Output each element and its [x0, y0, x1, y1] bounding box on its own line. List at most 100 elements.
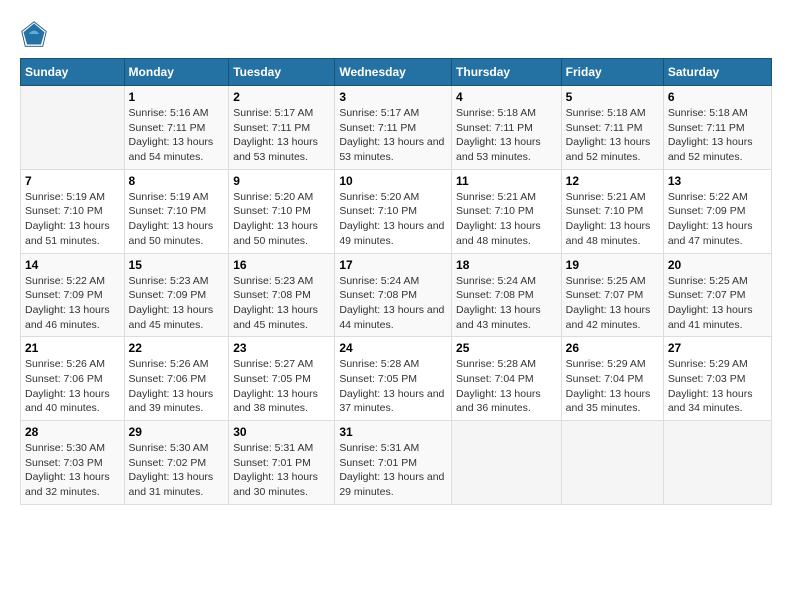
day-number: 8 — [129, 174, 225, 188]
sunset-text: Sunset: 7:03 PM — [25, 457, 103, 469]
day-number: 24 — [339, 341, 447, 355]
daylight-text: Daylight: 13 hours and 29 minutes. — [339, 471, 444, 498]
daylight-text: Daylight: 13 hours and 51 minutes. — [25, 220, 110, 247]
sunrise-text: Sunrise: 5:28 AM — [339, 358, 419, 370]
daylight-text: Daylight: 13 hours and 31 minutes. — [129, 471, 214, 498]
day-number: 15 — [129, 258, 225, 272]
sunrise-text: Sunrise: 5:26 AM — [129, 358, 209, 370]
day-number: 30 — [233, 425, 330, 439]
sunset-text: Sunset: 7:01 PM — [233, 457, 311, 469]
sunset-text: Sunset: 7:10 PM — [129, 205, 207, 217]
sunrise-text: Sunrise: 5:18 AM — [668, 107, 748, 119]
calendar-cell: 10 Sunrise: 5:20 AM Sunset: 7:10 PM Dayl… — [335, 169, 452, 253]
sunrise-text: Sunrise: 5:24 AM — [456, 275, 536, 287]
calendar-cell: 7 Sunrise: 5:19 AM Sunset: 7:10 PM Dayli… — [21, 169, 125, 253]
daylight-text: Daylight: 13 hours and 34 minutes. — [668, 388, 753, 415]
day-number: 26 — [566, 341, 659, 355]
sunrise-text: Sunrise: 5:31 AM — [233, 442, 313, 454]
sunrise-text: Sunrise: 5:31 AM — [339, 442, 419, 454]
sunrise-text: Sunrise: 5:30 AM — [129, 442, 209, 454]
header-friday: Friday — [561, 59, 663, 86]
sunset-text: Sunset: 7:06 PM — [25, 373, 103, 385]
sunset-text: Sunset: 7:07 PM — [668, 289, 746, 301]
sunset-text: Sunset: 7:05 PM — [339, 373, 417, 385]
daylight-text: Daylight: 13 hours and 50 minutes. — [129, 220, 214, 247]
calendar-cell — [663, 421, 771, 505]
sunset-text: Sunset: 7:03 PM — [668, 373, 746, 385]
sunset-text: Sunset: 7:11 PM — [339, 122, 416, 134]
calendar-cell: 25 Sunrise: 5:28 AM Sunset: 7:04 PM Dayl… — [452, 337, 562, 421]
daylight-text: Daylight: 13 hours and 47 minutes. — [668, 220, 753, 247]
calendar-cell: 29 Sunrise: 5:30 AM Sunset: 7:02 PM Dayl… — [124, 421, 229, 505]
calendar-cell: 26 Sunrise: 5:29 AM Sunset: 7:04 PM Dayl… — [561, 337, 663, 421]
day-number: 19 — [566, 258, 659, 272]
day-number: 27 — [668, 341, 767, 355]
sunset-text: Sunset: 7:11 PM — [566, 122, 643, 134]
day-number: 23 — [233, 341, 330, 355]
sunset-text: Sunset: 7:10 PM — [339, 205, 417, 217]
day-number: 28 — [25, 425, 120, 439]
daylight-text: Daylight: 13 hours and 53 minutes. — [456, 136, 541, 163]
calendar-cell: 30 Sunrise: 5:31 AM Sunset: 7:01 PM Dayl… — [229, 421, 335, 505]
header-monday: Monday — [124, 59, 229, 86]
sunrise-text: Sunrise: 5:30 AM — [25, 442, 105, 454]
logo — [20, 20, 52, 48]
daylight-text: Daylight: 13 hours and 42 minutes. — [566, 304, 651, 331]
day-number: 12 — [566, 174, 659, 188]
calendar-cell — [452, 421, 562, 505]
sunset-text: Sunset: 7:11 PM — [233, 122, 310, 134]
sunset-text: Sunset: 7:08 PM — [339, 289, 417, 301]
day-number: 7 — [25, 174, 120, 188]
sunset-text: Sunset: 7:05 PM — [233, 373, 311, 385]
sunrise-text: Sunrise: 5:22 AM — [25, 275, 105, 287]
sunset-text: Sunset: 7:04 PM — [566, 373, 644, 385]
sunset-text: Sunset: 7:10 PM — [233, 205, 311, 217]
sunset-text: Sunset: 7:10 PM — [566, 205, 644, 217]
sunset-text: Sunset: 7:09 PM — [129, 289, 207, 301]
day-number: 14 — [25, 258, 120, 272]
daylight-text: Daylight: 13 hours and 43 minutes. — [456, 304, 541, 331]
sunrise-text: Sunrise: 5:18 AM — [566, 107, 646, 119]
sunrise-text: Sunrise: 5:29 AM — [668, 358, 748, 370]
daylight-text: Daylight: 13 hours and 38 minutes. — [233, 388, 318, 415]
daylight-text: Daylight: 13 hours and 35 minutes. — [566, 388, 651, 415]
daylight-text: Daylight: 13 hours and 37 minutes. — [339, 388, 444, 415]
daylight-text: Daylight: 13 hours and 53 minutes. — [339, 136, 444, 163]
sunrise-text: Sunrise: 5:21 AM — [456, 191, 536, 203]
day-number: 25 — [456, 341, 557, 355]
sunrise-text: Sunrise: 5:24 AM — [339, 275, 419, 287]
day-number: 31 — [339, 425, 447, 439]
daylight-text: Daylight: 13 hours and 52 minutes. — [668, 136, 753, 163]
sunset-text: Sunset: 7:08 PM — [233, 289, 311, 301]
sunrise-text: Sunrise: 5:17 AM — [339, 107, 419, 119]
calendar-cell: 3 Sunrise: 5:17 AM Sunset: 7:11 PM Dayli… — [335, 86, 452, 170]
sunrise-text: Sunrise: 5:17 AM — [233, 107, 313, 119]
sunset-text: Sunset: 7:01 PM — [339, 457, 417, 469]
daylight-text: Daylight: 13 hours and 49 minutes. — [339, 220, 444, 247]
day-number: 1 — [129, 90, 225, 104]
day-number: 17 — [339, 258, 447, 272]
calendar-table: SundayMondayTuesdayWednesdayThursdayFrid… — [20, 58, 772, 505]
calendar-cell — [561, 421, 663, 505]
daylight-text: Daylight: 13 hours and 54 minutes. — [129, 136, 214, 163]
header-sunday: Sunday — [21, 59, 125, 86]
calendar-cell: 11 Sunrise: 5:21 AM Sunset: 7:10 PM Dayl… — [452, 169, 562, 253]
daylight-text: Daylight: 13 hours and 48 minutes. — [456, 220, 541, 247]
sunrise-text: Sunrise: 5:20 AM — [233, 191, 313, 203]
logo-icon — [20, 20, 48, 48]
calendar-cell: 28 Sunrise: 5:30 AM Sunset: 7:03 PM Dayl… — [21, 421, 125, 505]
calendar-cell: 17 Sunrise: 5:24 AM Sunset: 7:08 PM Dayl… — [335, 253, 452, 337]
sunrise-text: Sunrise: 5:18 AM — [456, 107, 536, 119]
daylight-text: Daylight: 13 hours and 39 minutes. — [129, 388, 214, 415]
calendar-cell: 5 Sunrise: 5:18 AM Sunset: 7:11 PM Dayli… — [561, 86, 663, 170]
sunrise-text: Sunrise: 5:23 AM — [129, 275, 209, 287]
sunrise-text: Sunrise: 5:28 AM — [456, 358, 536, 370]
calendar-cell: 24 Sunrise: 5:28 AM Sunset: 7:05 PM Dayl… — [335, 337, 452, 421]
daylight-text: Daylight: 13 hours and 46 minutes. — [25, 304, 110, 331]
sunset-text: Sunset: 7:10 PM — [25, 205, 103, 217]
sunset-text: Sunset: 7:11 PM — [668, 122, 745, 134]
week-row-5: 28 Sunrise: 5:30 AM Sunset: 7:03 PM Dayl… — [21, 421, 772, 505]
day-number: 20 — [668, 258, 767, 272]
daylight-text: Daylight: 13 hours and 48 minutes. — [566, 220, 651, 247]
calendar-cell: 21 Sunrise: 5:26 AM Sunset: 7:06 PM Dayl… — [21, 337, 125, 421]
